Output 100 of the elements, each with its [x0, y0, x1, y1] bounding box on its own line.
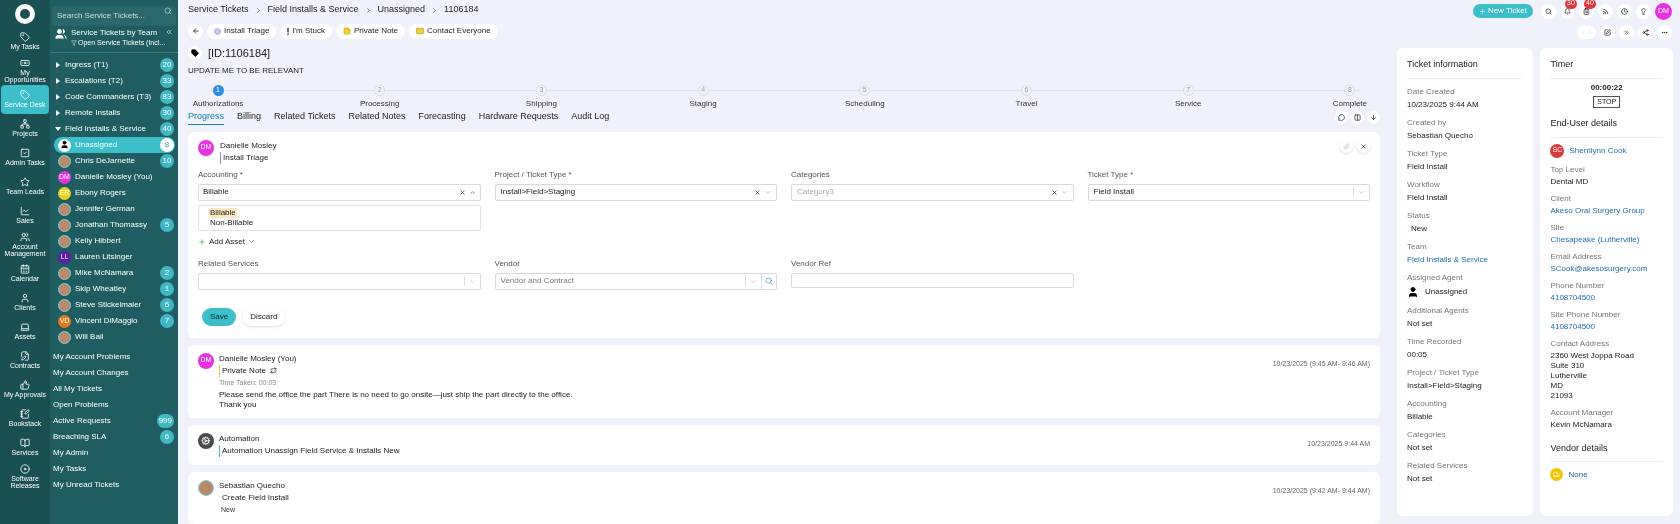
- agent-item[interactable]: Skip Wheatley 1: [54, 281, 175, 297]
- team-item[interactable]: Escalations (T2) 33: [53, 73, 175, 89]
- tab[interactable]: Related Notes: [348, 110, 406, 125]
- view-item[interactable]: My Admin: [53, 445, 175, 461]
- agent-item[interactable]: Mike McNamara 2: [54, 265, 175, 281]
- dropdown-option[interactable]: Non-Billable: [209, 217, 255, 228]
- collapse-icon[interactable]: [165, 28, 173, 36]
- author-name: Danielle Mosley: [220, 139, 277, 152]
- close-button[interactable]: [1357, 139, 1370, 153]
- step-label[interactable]: Service: [1174, 97, 1202, 110]
- tab[interactable]: Billing: [237, 110, 262, 125]
- step-label[interactable]: Scheduling: [845, 97, 885, 110]
- entry-title: Private Note: [219, 364, 267, 377]
- agent-item[interactable]: Will Ball: [54, 329, 175, 345]
- step-label[interactable]: Complete: [1332, 97, 1368, 110]
- search-icon: [1545, 7, 1552, 15]
- step-label[interactable]: Authorizations: [192, 97, 244, 110]
- history-button[interactable]: [1617, 3, 1632, 19]
- field-link[interactable]: 4108704500: [1550, 321, 1595, 332]
- team-item[interactable]: Code Commanders (T3) 83: [53, 89, 175, 105]
- search-field[interactable]: Search Service Tickets...: [52, 5, 176, 26]
- close-icon: [1360, 142, 1367, 150]
- vendor-select[interactable]: Vendor and Contract: [494, 272, 777, 290]
- entry-title: Create Field Install: [221, 492, 289, 504]
- avatar-photo: [58, 154, 71, 168]
- view-item[interactable]: My Account Changes: [53, 365, 175, 381]
- add-asset-button[interactable]: Add Asset: [198, 235, 256, 248]
- tab[interactable]: Forecasting: [418, 110, 466, 125]
- agent-item[interactable]: Steve Stickelmaier 6: [54, 297, 175, 313]
- feed-button[interactable]: [1598, 3, 1613, 19]
- accounting-select[interactable]: Billable: [198, 183, 481, 201]
- tab[interactable]: Progress: [188, 110, 224, 125]
- vendor-ref-field[interactable]: [791, 272, 1074, 288]
- agent-item[interactable]: Chris DeJarnette 10: [54, 153, 175, 169]
- action-chip[interactable]: Private Note: [336, 23, 406, 39]
- back-button[interactable]: [188, 23, 203, 39]
- breadcrumb-link[interactable]: Unassigned: [377, 3, 426, 17]
- tab[interactable]: Hardware Requests: [478, 110, 559, 125]
- tab[interactable]: Related Tickets: [274, 110, 336, 125]
- field-label: Top Level: [1550, 164, 1586, 175]
- view-item[interactable]: Breaching SLA 6: [53, 429, 175, 445]
- circle-icon: [214, 27, 221, 35]
- step-label[interactable]: Staging: [689, 97, 717, 110]
- gears-icon: [198, 433, 214, 449]
- field-label: Site Phone Number: [1550, 309, 1622, 320]
- ticket-type-select[interactable]: Field Install: [1087, 183, 1370, 201]
- action-chip[interactable]: I'm Stuck: [280, 23, 332, 39]
- breadcrumb-link[interactable]: Service Tickets: [188, 3, 249, 17]
- contact-link[interactable]: Sherrilynn Cook: [1569, 144, 1627, 157]
- agent-item[interactable]: Jennifer German: [54, 201, 175, 217]
- scroll-down-button[interactable]: [1367, 111, 1380, 124]
- book-icon: [20, 438, 30, 449]
- agent-item[interactable]: Kelly Hibbert: [54, 233, 175, 249]
- tips-button[interactable]: [1636, 3, 1651, 19]
- clear-icon[interactable]: [1050, 188, 1058, 196]
- field-label: Team: [1407, 241, 1427, 252]
- team-item[interactable]: Ingress (T1) 20: [53, 57, 175, 73]
- ticket-summary: UPDATE ME TO BE RELEVANT: [188, 64, 305, 77]
- field-label: Time Recorded: [1407, 336, 1462, 347]
- share-button[interactable]: [1638, 24, 1653, 40]
- field-link[interactable]: Field Installs & Service: [1407, 254, 1488, 265]
- save-button[interactable]: Save: [202, 307, 237, 326]
- view-item[interactable]: All My Tickets: [53, 381, 175, 397]
- mail-icon: [416, 27, 425, 35]
- action-chip[interactable]: Install Triage: [207, 23, 277, 39]
- step-label[interactable]: Processing: [359, 97, 400, 110]
- view-item[interactable]: My Account Problems: [53, 349, 175, 365]
- caret-down-icon: [1358, 188, 1365, 196]
- field-link[interactable]: SCook@akesosurgery.com: [1550, 263, 1648, 274]
- comment-button[interactable]: [1335, 111, 1348, 124]
- clear-icon[interactable]: [754, 188, 761, 196]
- search-button[interactable]: [1541, 3, 1556, 19]
- team-item[interactable]: Remote Installs 30: [53, 105, 175, 121]
- view-item[interactable]: Active Requests 999: [53, 413, 175, 429]
- field-label: Workflow: [1407, 179, 1440, 190]
- rss-icon: [1602, 7, 1609, 15]
- project-type-select[interactable]: Install>Field>Staging: [494, 183, 777, 201]
- breadcrumb-link[interactable]: Field Installs & Service: [267, 3, 359, 17]
- field-link[interactable]: 4108704500: [1550, 292, 1595, 303]
- view-item[interactable]: My Tasks: [53, 461, 175, 477]
- clear-icon[interactable]: [458, 188, 466, 196]
- calendar-icon: [20, 264, 30, 275]
- lightbulb-icon: [1640, 7, 1647, 15]
- tab[interactable]: Audit Log: [571, 110, 610, 125]
- view-item[interactable]: My Unread Tickets: [53, 477, 175, 493]
- count-badge: 10: [160, 154, 174, 168]
- vendor-link[interactable]: None: [1568, 468, 1588, 481]
- agent-item[interactable]: Jonathan Thomassy 5: [54, 217, 175, 233]
- field-link[interactable]: Chesapeake (Lutherville): [1550, 234, 1640, 245]
- field-link[interactable]: Akeso Oral Surgery Group: [1550, 205, 1645, 216]
- step-label[interactable]: Shipping: [525, 97, 557, 110]
- edit-button[interactable]: [1600, 24, 1615, 40]
- dropdown-option[interactable]: Billable: [209, 207, 237, 218]
- discard-button[interactable]: Discard: [242, 307, 286, 326]
- columns-button[interactable]: [1351, 111, 1364, 124]
- action-chip[interactable]: Contact Everyone: [409, 23, 498, 39]
- author-name: Danielle Mosley (You): [219, 352, 297, 365]
- team-item[interactable]: Field Installs & Service 40: [53, 121, 175, 137]
- view-item[interactable]: Open Problems: [53, 397, 175, 413]
- step-label[interactable]: Travel: [1015, 97, 1038, 110]
